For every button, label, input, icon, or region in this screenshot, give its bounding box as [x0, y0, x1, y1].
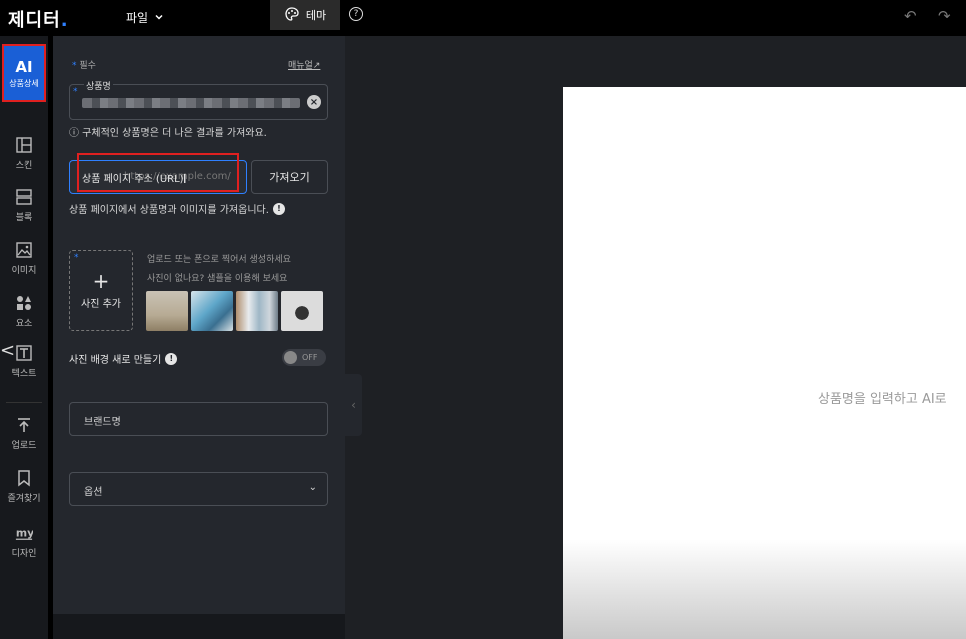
panel-collapse-tab[interactable]: ‹: [345, 374, 362, 436]
rail-item-label: 디자인: [11, 549, 37, 559]
chevron-down-icon: ⌄: [308, 482, 317, 493]
rail-item-label: 블록: [15, 213, 33, 223]
sample-image-device[interactable]: [281, 291, 323, 331]
rail-item-label: 업로드: [11, 441, 37, 451]
rail-divider: [6, 402, 42, 403]
toggle-knob: [284, 351, 297, 364]
bookmark-icon: [15, 469, 33, 487]
rail-item-ai-product-detail[interactable]: AI 상품상세: [2, 44, 46, 102]
my-design-icon: my: [15, 524, 33, 542]
brand-name-input[interactable]: 브랜드명: [69, 402, 328, 436]
plus-icon: +: [92, 269, 110, 293]
file-menu[interactable]: 파일: [126, 9, 164, 26]
rail-item-label: 스킨: [15, 161, 33, 171]
left-rail: AI 상품상세 스킨 블록 이미지 요소 텍스트 < 업로드 즐겨찾기 my 디…: [0, 36, 48, 639]
top-bar: 제디터. 파일 테마 ? ↶ ↷: [0, 0, 966, 36]
bg-regenerate-label: 사진 배경 새로 만들기 !: [69, 351, 178, 366]
rail-item-label: 요소: [15, 319, 33, 329]
block-icon: [15, 188, 33, 206]
product-name-hint: ⓘ 구체적인 상품명은 더 나은 결과를 가져와요.: [69, 128, 267, 139]
option-select[interactable]: 옵션 ⌄: [69, 472, 328, 506]
palette-icon: [284, 6, 300, 25]
add-photo-button[interactable]: * + 사진 추가: [69, 250, 133, 331]
help-icon[interactable]: ?: [349, 7, 363, 21]
info-icon[interactable]: !: [272, 202, 285, 215]
redo-icon[interactable]: ↷: [938, 7, 951, 25]
layout-icon: [15, 136, 33, 154]
manual-link[interactable]: 매뉴얼↗: [288, 58, 320, 71]
file-menu-label: 파일: [126, 11, 149, 25]
rail-item-label: 상품상세: [9, 78, 39, 88]
rail-item-image[interactable]: 이미지: [0, 241, 48, 276]
shapes-icon: [15, 294, 33, 312]
toggle-state: OFF: [302, 353, 318, 362]
sample-images: [146, 291, 323, 331]
option-label: 옵션: [84, 487, 103, 498]
sample-hint: 사진이 없나요? 샘플을 이용해 보세요: [147, 274, 288, 284]
product-name-value-blurred: [82, 98, 300, 108]
fetch-button[interactable]: 가져오기: [251, 160, 328, 194]
upload-icon: [15, 416, 33, 434]
rail-item-my-design[interactable]: my 디자인: [0, 524, 48, 559]
rail-item-label: 텍스트: [11, 369, 37, 379]
rail-item-bookmark[interactable]: 즐겨찾기: [0, 469, 48, 504]
undo-icon[interactable]: ↶: [904, 7, 917, 25]
theme-button[interactable]: 테마: [270, 0, 340, 30]
collapse-arrow-icon[interactable]: <: [0, 340, 15, 361]
add-photo-label: 사진 추가: [81, 299, 121, 310]
rail-item-upload[interactable]: 업로드: [0, 416, 48, 451]
url-hint: 상품 페이지에서 상품명과 이미지를 가져옵니다. !: [69, 201, 285, 216]
highlight-box: [77, 153, 239, 192]
clear-icon[interactable]: ×: [307, 95, 321, 109]
required-star: *: [73, 87, 78, 97]
required-note: * 필수: [72, 61, 96, 71]
ai-icon: AI: [15, 57, 33, 76]
panel-footer: [53, 614, 345, 639]
svg-text:my: my: [16, 527, 33, 540]
text-cursor-icon: I: [183, 172, 187, 186]
canvas-page[interactable]: [563, 87, 966, 639]
canvas-placeholder-text: 상품명을 입력하고 AI로: [818, 392, 947, 407]
sample-image-cosmetics[interactable]: [236, 291, 278, 331]
theme-label: 테마: [305, 9, 327, 22]
product-name-field[interactable]: * 상품명 ×: [69, 79, 328, 120]
info-icon[interactable]: !: [165, 352, 178, 365]
rail-item-label: 이미지: [11, 266, 37, 276]
sample-image-sneaker[interactable]: [191, 291, 233, 331]
text-icon: [15, 344, 33, 362]
upload-hint: 업로드 또는 폰으로 찍어서 생성하세요: [147, 255, 291, 265]
bg-regenerate-toggle[interactable]: OFF: [282, 349, 326, 366]
rail-item-label: 즐겨찾기: [7, 494, 41, 504]
rail-item-block[interactable]: 블록: [0, 188, 48, 223]
required-star: *: [74, 253, 79, 263]
product-name-label: 상품명: [84, 79, 113, 92]
sample-image-clothing[interactable]: [146, 291, 188, 331]
chevron-down-icon: [154, 11, 164, 25]
rail-item-skin[interactable]: 스킨: [0, 136, 48, 171]
app-logo[interactable]: 제디터.: [8, 6, 69, 32]
image-icon: [15, 241, 33, 259]
rail-item-elements[interactable]: 요소: [0, 294, 48, 329]
